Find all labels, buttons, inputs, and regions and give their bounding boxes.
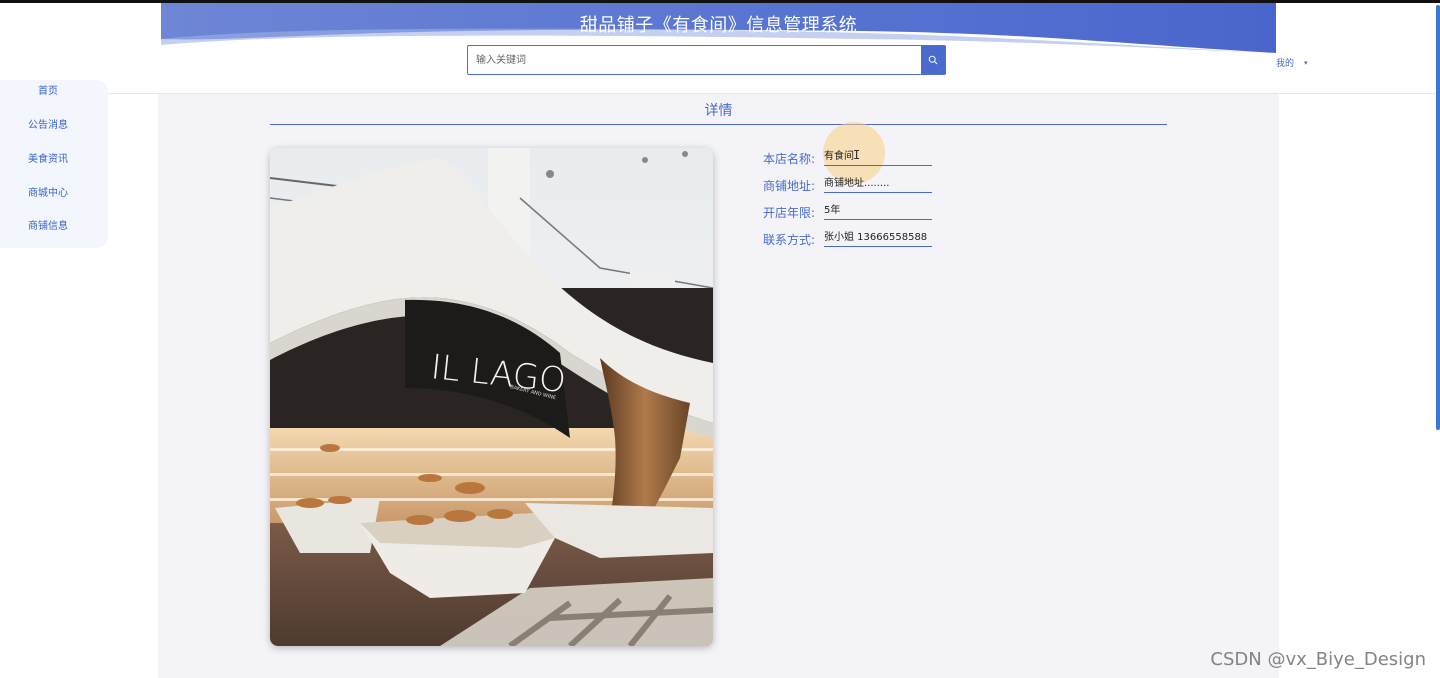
- sidebar-item-food-news[interactable]: 美食资讯: [0, 150, 96, 165]
- search-bar: [467, 45, 946, 75]
- contact-value[interactable]: 张小姐 13666558588: [824, 231, 932, 247]
- shop-name-label: 本店名称:: [763, 152, 816, 166]
- shop-address-label: 商铺地址:: [763, 179, 816, 193]
- shop-address-value[interactable]: 商铺地址........: [824, 177, 932, 193]
- watermark: CSDN @vx_Biye_Design: [1210, 649, 1426, 670]
- detail-title: 详情: [704, 103, 733, 119]
- contact-label: 联系方式:: [763, 233, 816, 247]
- sidebar-item-announcements[interactable]: 公告消息: [0, 116, 96, 131]
- text-cursor-icon: I: [853, 148, 861, 162]
- sidebar-item-mall[interactable]: 商城中心: [0, 184, 96, 199]
- years-open-value[interactable]: 5年: [824, 204, 932, 220]
- title-underline: [270, 124, 1167, 125]
- shop-name-value[interactable]: 有食间: [824, 150, 932, 166]
- user-menu[interactable]: 我的 ▾: [1276, 56, 1308, 70]
- sidebar-nav: 首页 公告消息 美食资讯 商城中心 商铺信息: [0, 80, 108, 248]
- years-open-label: 开店年限:: [763, 206, 816, 220]
- search-icon: [928, 55, 938, 65]
- sidebar-item-home[interactable]: 首页: [0, 82, 96, 97]
- page-scrollbar[interactable]: [1436, 5, 1440, 430]
- system-title: 甜品铺子《有食间》信息管理系统: [579, 15, 858, 36]
- search-input[interactable]: [468, 46, 921, 74]
- shop-photo: IL LAGO BAKERY AND WINE: [270, 148, 713, 646]
- user-menu-label: 我的: [1276, 59, 1295, 69]
- sidebar-item-shop-info[interactable]: 商铺信息: [0, 217, 96, 232]
- search-button[interactable]: [921, 46, 945, 74]
- chevron-down-icon: ▾: [1304, 58, 1308, 67]
